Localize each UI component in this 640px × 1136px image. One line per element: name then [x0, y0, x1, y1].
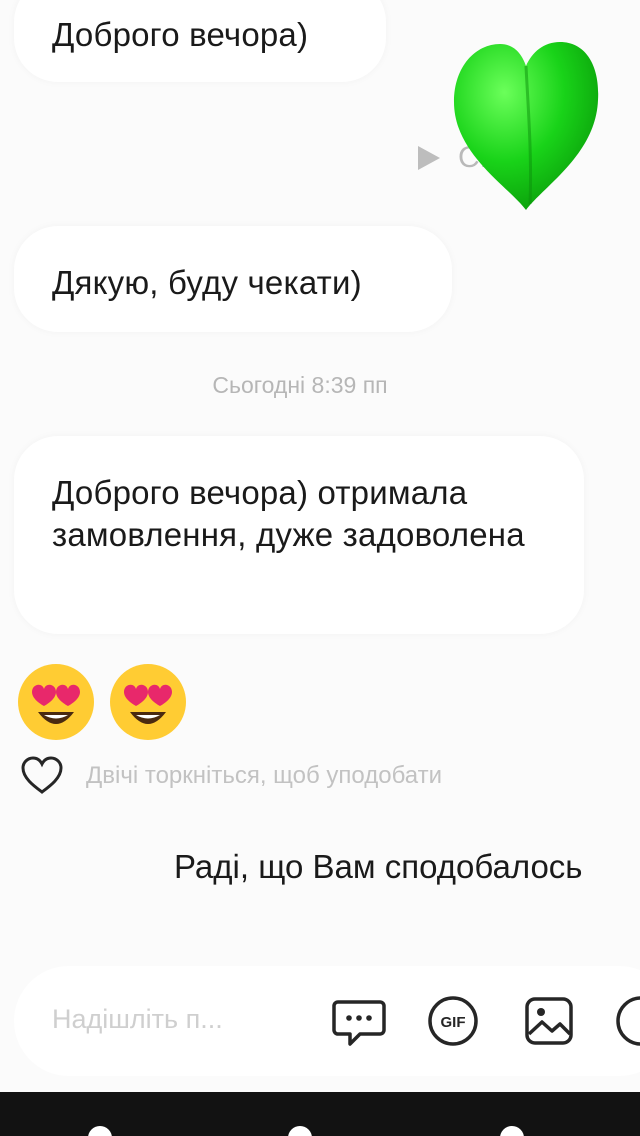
- message-composer: Надішліть п... GIF: [14, 966, 640, 1076]
- image-icon[interactable]: [522, 994, 576, 1048]
- heart-eyes-emoji-icon: [18, 664, 94, 740]
- svg-text:GIF: GIF: [441, 1014, 466, 1031]
- outgoing-message-text[interactable]: Раді, що Вам сподобалось: [174, 848, 583, 886]
- chat-screen: Доброго вечора) С...на Дякую, буду чекат…: [0, 0, 640, 1136]
- message-input[interactable]: Надішліть п...: [52, 1004, 223, 1035]
- recents-icon[interactable]: [500, 1126, 524, 1136]
- like-row: Двічі торкніться, щоб уподобати: [20, 756, 442, 796]
- green-heart-sticker[interactable]: [446, 36, 606, 216]
- back-icon[interactable]: [88, 1126, 112, 1136]
- like-hint: Двічі торкніться, щоб уподобати: [86, 762, 442, 789]
- incoming-message-bubble[interactable]: Дякую, буду чекати): [14, 226, 452, 332]
- incoming-message-bubble[interactable]: Доброго вечора) отримала замовлення, дуж…: [14, 436, 584, 634]
- sticker-icon[interactable]: [614, 994, 640, 1048]
- emoji-message[interactable]: [16, 662, 200, 742]
- message-text: Доброго вечора) отримала замовлення, дуж…: [52, 474, 525, 553]
- play-icon[interactable]: [418, 146, 440, 171]
- timestamp: Сьогодні 8:39 пп: [212, 372, 388, 398]
- chat-bubble-icon[interactable]: [332, 994, 386, 1048]
- system-navigation-bar: [0, 1092, 640, 1136]
- incoming-message-bubble[interactable]: Доброго вечора): [14, 0, 386, 82]
- home-icon[interactable]: [288, 1126, 312, 1136]
- heart-eyes-emoji-icon: [110, 664, 186, 740]
- message-text: Дякую, буду чекати): [52, 264, 362, 301]
- gif-icon[interactable]: GIF: [426, 994, 480, 1048]
- heart-outline-icon[interactable]: [20, 756, 64, 796]
- message-text: Доброго вечора): [52, 16, 309, 53]
